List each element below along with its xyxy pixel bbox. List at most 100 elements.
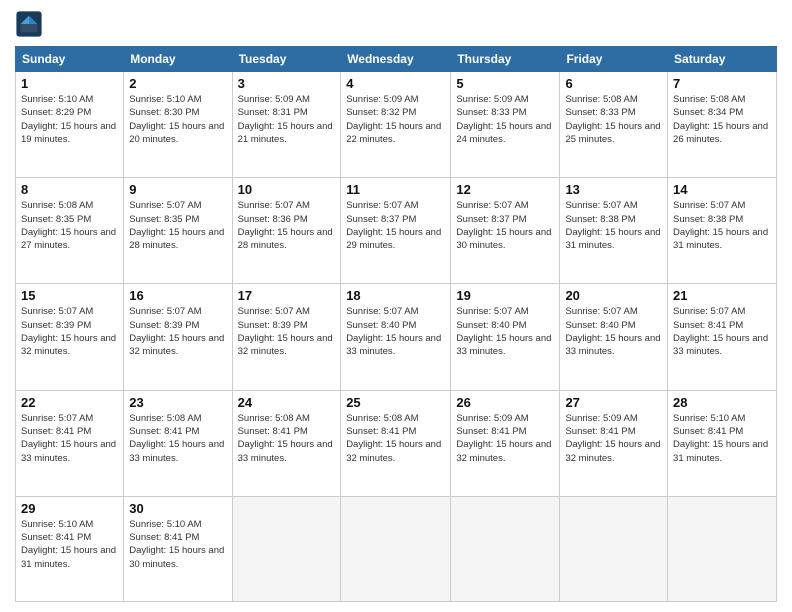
- weekday-header-saturday: Saturday: [668, 47, 777, 72]
- day-number: 13: [565, 182, 662, 197]
- day-info: Sunrise: 5:09 AM Sunset: 8:41 PM Dayligh…: [456, 412, 554, 465]
- calendar-cell: 29 Sunrise: 5:10 AM Sunset: 8:41 PM Dayl…: [16, 496, 124, 601]
- day-number: 25: [346, 395, 445, 410]
- day-number: 21: [673, 288, 771, 303]
- calendar-cell: 30 Sunrise: 5:10 AM Sunset: 8:41 PM Dayl…: [124, 496, 232, 601]
- day-info: Sunrise: 5:07 AM Sunset: 8:39 PM Dayligh…: [238, 305, 336, 358]
- day-number: 27: [565, 395, 662, 410]
- day-info: Sunrise: 5:08 AM Sunset: 8:34 PM Dayligh…: [673, 93, 771, 146]
- week-row-1: 1 Sunrise: 5:10 AM Sunset: 8:29 PM Dayli…: [16, 72, 777, 178]
- calendar-cell: [232, 496, 341, 601]
- day-info: Sunrise: 5:09 AM Sunset: 8:33 PM Dayligh…: [456, 93, 554, 146]
- day-number: 9: [129, 182, 226, 197]
- day-info: Sunrise: 5:07 AM Sunset: 8:39 PM Dayligh…: [21, 305, 118, 358]
- logo-icon: [15, 10, 43, 38]
- week-row-5: 29 Sunrise: 5:10 AM Sunset: 8:41 PM Dayl…: [16, 496, 777, 601]
- calendar-cell: 17 Sunrise: 5:07 AM Sunset: 8:39 PM Dayl…: [232, 284, 341, 390]
- calendar-cell: 26 Sunrise: 5:09 AM Sunset: 8:41 PM Dayl…: [451, 390, 560, 496]
- calendar-cell: 2 Sunrise: 5:10 AM Sunset: 8:30 PM Dayli…: [124, 72, 232, 178]
- calendar-cell: 25 Sunrise: 5:08 AM Sunset: 8:41 PM Dayl…: [341, 390, 451, 496]
- day-info: Sunrise: 5:08 AM Sunset: 8:35 PM Dayligh…: [21, 199, 118, 252]
- day-number: 7: [673, 76, 771, 91]
- day-number: 11: [346, 182, 445, 197]
- day-info: Sunrise: 5:10 AM Sunset: 8:41 PM Dayligh…: [673, 412, 771, 465]
- day-number: 18: [346, 288, 445, 303]
- calendar-cell: 10 Sunrise: 5:07 AM Sunset: 8:36 PM Dayl…: [232, 178, 341, 284]
- week-row-3: 15 Sunrise: 5:07 AM Sunset: 8:39 PM Dayl…: [16, 284, 777, 390]
- calendar-cell: 11 Sunrise: 5:07 AM Sunset: 8:37 PM Dayl…: [341, 178, 451, 284]
- day-number: 20: [565, 288, 662, 303]
- calendar-cell: 1 Sunrise: 5:10 AM Sunset: 8:29 PM Dayli…: [16, 72, 124, 178]
- page: SundayMondayTuesdayWednesdayThursdayFrid…: [0, 0, 792, 612]
- weekday-header-thursday: Thursday: [451, 47, 560, 72]
- day-info: Sunrise: 5:08 AM Sunset: 8:41 PM Dayligh…: [346, 412, 445, 465]
- day-info: Sunrise: 5:07 AM Sunset: 8:37 PM Dayligh…: [346, 199, 445, 252]
- day-number: 2: [129, 76, 226, 91]
- day-number: 22: [21, 395, 118, 410]
- calendar-cell: 13 Sunrise: 5:07 AM Sunset: 8:38 PM Dayl…: [560, 178, 668, 284]
- day-number: 23: [129, 395, 226, 410]
- calendar-cell: 19 Sunrise: 5:07 AM Sunset: 8:40 PM Dayl…: [451, 284, 560, 390]
- calendar-cell: 28 Sunrise: 5:10 AM Sunset: 8:41 PM Dayl…: [668, 390, 777, 496]
- day-info: Sunrise: 5:07 AM Sunset: 8:40 PM Dayligh…: [565, 305, 662, 358]
- day-number: 4: [346, 76, 445, 91]
- day-number: 14: [673, 182, 771, 197]
- day-number: 12: [456, 182, 554, 197]
- calendar-cell: 20 Sunrise: 5:07 AM Sunset: 8:40 PM Dayl…: [560, 284, 668, 390]
- calendar-cell: 15 Sunrise: 5:07 AM Sunset: 8:39 PM Dayl…: [16, 284, 124, 390]
- day-info: Sunrise: 5:10 AM Sunset: 8:30 PM Dayligh…: [129, 93, 226, 146]
- day-info: Sunrise: 5:08 AM Sunset: 8:41 PM Dayligh…: [129, 412, 226, 465]
- calendar-cell: 6 Sunrise: 5:08 AM Sunset: 8:33 PM Dayli…: [560, 72, 668, 178]
- day-info: Sunrise: 5:07 AM Sunset: 8:36 PM Dayligh…: [238, 199, 336, 252]
- day-number: 30: [129, 501, 226, 516]
- calendar-cell: 24 Sunrise: 5:08 AM Sunset: 8:41 PM Dayl…: [232, 390, 341, 496]
- weekday-header-friday: Friday: [560, 47, 668, 72]
- day-number: 15: [21, 288, 118, 303]
- day-info: Sunrise: 5:08 AM Sunset: 8:41 PM Dayligh…: [238, 412, 336, 465]
- weekday-header-tuesday: Tuesday: [232, 47, 341, 72]
- calendar-cell: 14 Sunrise: 5:07 AM Sunset: 8:38 PM Dayl…: [668, 178, 777, 284]
- weekday-header-monday: Monday: [124, 47, 232, 72]
- day-info: Sunrise: 5:07 AM Sunset: 8:40 PM Dayligh…: [456, 305, 554, 358]
- weekday-header-sunday: Sunday: [16, 47, 124, 72]
- day-number: 17: [238, 288, 336, 303]
- day-number: 5: [456, 76, 554, 91]
- day-info: Sunrise: 5:07 AM Sunset: 8:37 PM Dayligh…: [456, 199, 554, 252]
- calendar-cell: 4 Sunrise: 5:09 AM Sunset: 8:32 PM Dayli…: [341, 72, 451, 178]
- day-number: 19: [456, 288, 554, 303]
- calendar-cell: 8 Sunrise: 5:08 AM Sunset: 8:35 PM Dayli…: [16, 178, 124, 284]
- calendar-cell: 21 Sunrise: 5:07 AM Sunset: 8:41 PM Dayl…: [668, 284, 777, 390]
- day-number: 26: [456, 395, 554, 410]
- calendar-cell: 9 Sunrise: 5:07 AM Sunset: 8:35 PM Dayli…: [124, 178, 232, 284]
- day-number: 1: [21, 76, 118, 91]
- day-number: 16: [129, 288, 226, 303]
- day-info: Sunrise: 5:10 AM Sunset: 8:29 PM Dayligh…: [21, 93, 118, 146]
- calendar-cell: [560, 496, 668, 601]
- calendar-cell: 22 Sunrise: 5:07 AM Sunset: 8:41 PM Dayl…: [16, 390, 124, 496]
- calendar-cell: 7 Sunrise: 5:08 AM Sunset: 8:34 PM Dayli…: [668, 72, 777, 178]
- calendar-cell: [668, 496, 777, 601]
- day-info: Sunrise: 5:09 AM Sunset: 8:41 PM Dayligh…: [565, 412, 662, 465]
- day-number: 3: [238, 76, 336, 91]
- day-info: Sunrise: 5:07 AM Sunset: 8:38 PM Dayligh…: [565, 199, 662, 252]
- day-info: Sunrise: 5:07 AM Sunset: 8:35 PM Dayligh…: [129, 199, 226, 252]
- day-info: Sunrise: 5:07 AM Sunset: 8:40 PM Dayligh…: [346, 305, 445, 358]
- day-info: Sunrise: 5:10 AM Sunset: 8:41 PM Dayligh…: [21, 518, 118, 571]
- day-number: 10: [238, 182, 336, 197]
- header: [15, 10, 777, 38]
- calendar-cell: 3 Sunrise: 5:09 AM Sunset: 8:31 PM Dayli…: [232, 72, 341, 178]
- day-info: Sunrise: 5:10 AM Sunset: 8:41 PM Dayligh…: [129, 518, 226, 571]
- calendar-cell: 23 Sunrise: 5:08 AM Sunset: 8:41 PM Dayl…: [124, 390, 232, 496]
- day-number: 24: [238, 395, 336, 410]
- logo: [15, 10, 47, 38]
- calendar-cell: 18 Sunrise: 5:07 AM Sunset: 8:40 PM Dayl…: [341, 284, 451, 390]
- weekday-header-row: SundayMondayTuesdayWednesdayThursdayFrid…: [16, 47, 777, 72]
- day-number: 28: [673, 395, 771, 410]
- day-info: Sunrise: 5:07 AM Sunset: 8:38 PM Dayligh…: [673, 199, 771, 252]
- calendar-cell: 12 Sunrise: 5:07 AM Sunset: 8:37 PM Dayl…: [451, 178, 560, 284]
- day-info: Sunrise: 5:09 AM Sunset: 8:31 PM Dayligh…: [238, 93, 336, 146]
- calendar-cell: [341, 496, 451, 601]
- week-row-4: 22 Sunrise: 5:07 AM Sunset: 8:41 PM Dayl…: [16, 390, 777, 496]
- weekday-header-wednesday: Wednesday: [341, 47, 451, 72]
- calendar-cell: 16 Sunrise: 5:07 AM Sunset: 8:39 PM Dayl…: [124, 284, 232, 390]
